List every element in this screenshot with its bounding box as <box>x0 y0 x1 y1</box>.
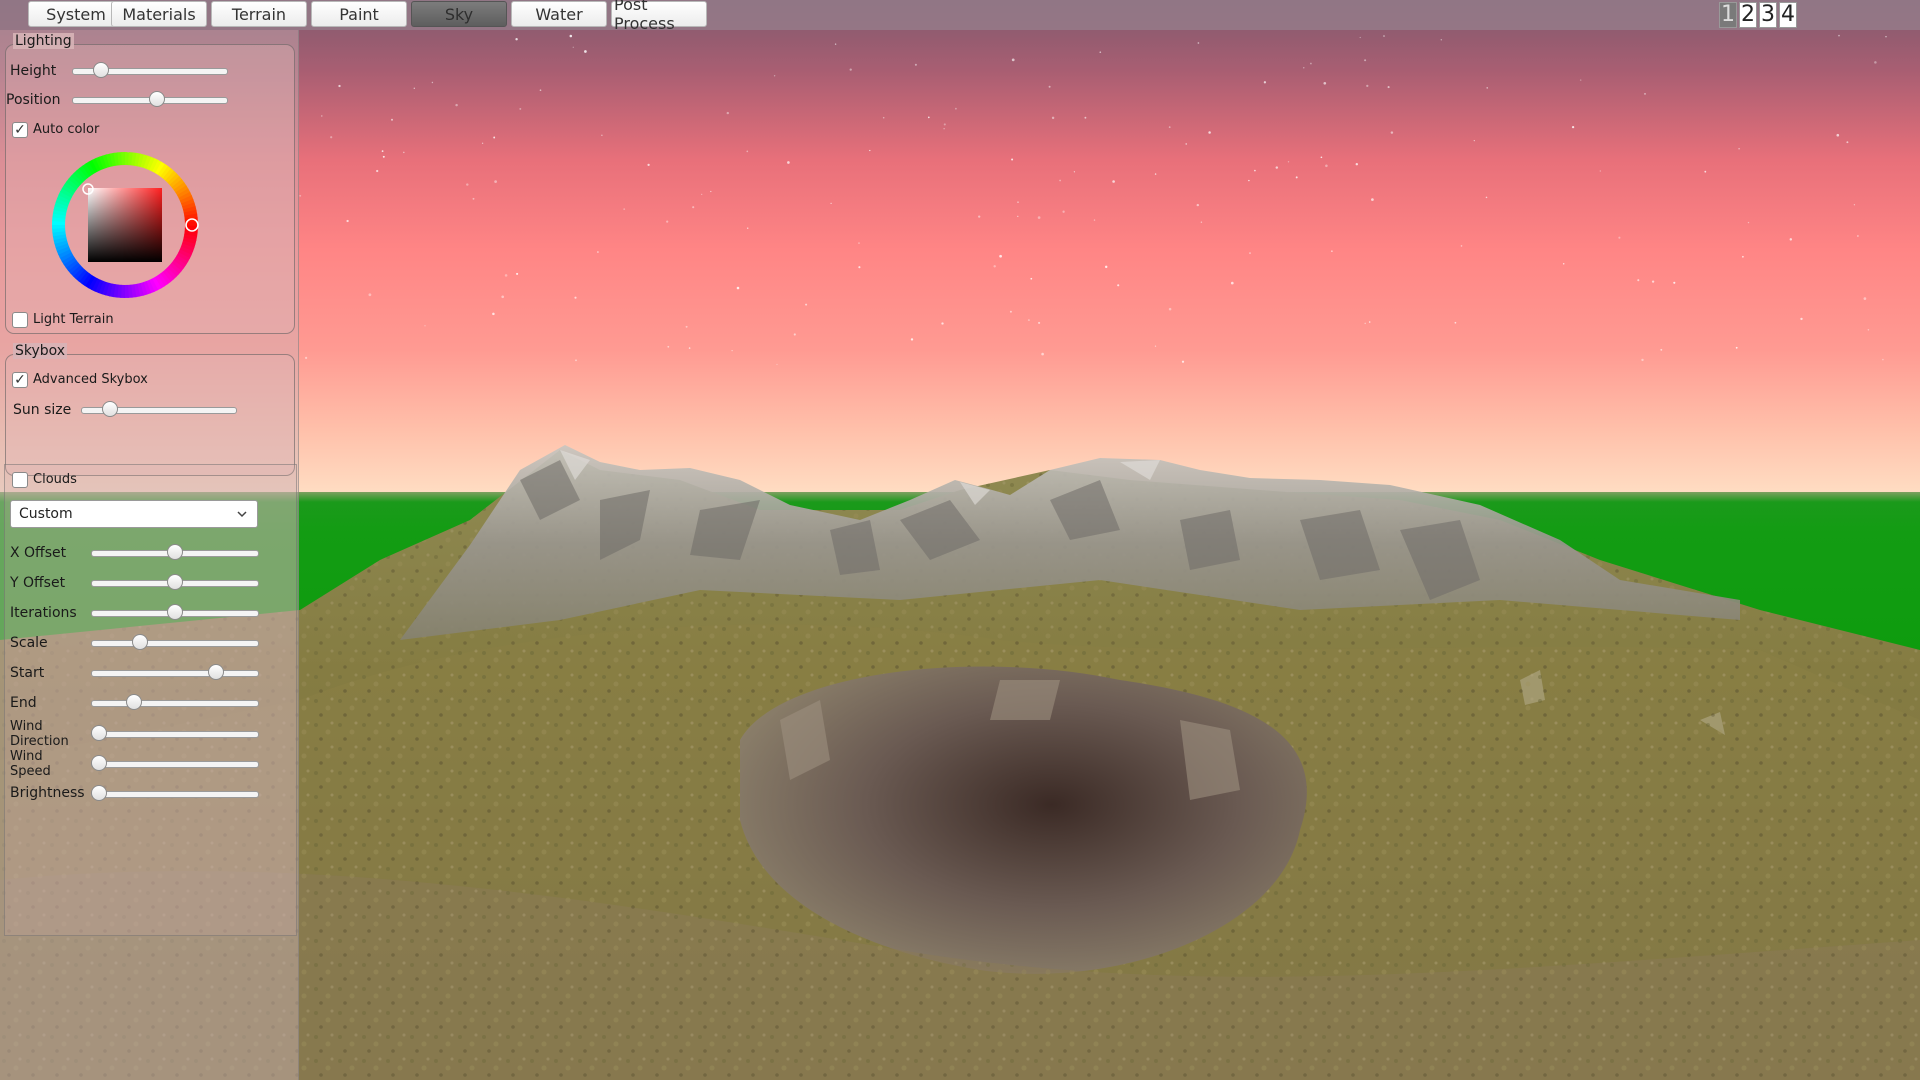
slider-track <box>91 791 259 798</box>
wind-direction-label: Wind Direction <box>10 719 69 749</box>
slider-track <box>91 670 259 677</box>
x-offset-slider[interactable] <box>91 542 259 564</box>
advanced-skybox-checkbox[interactable]: ✓ <box>12 372 28 388</box>
camera-view-4-button[interactable]: 4 <box>1779 2 1797 28</box>
camera-view-3-button[interactable]: 3 <box>1759 2 1777 28</box>
sun-size-label: Sun size <box>13 402 72 418</box>
slider-thumb[interactable] <box>167 544 183 560</box>
wind-speed-slider[interactable] <box>91 753 259 775</box>
end-label: End <box>10 695 37 711</box>
slider-thumb[interactable] <box>93 62 109 78</box>
tab-sky[interactable]: Sky <box>411 1 507 27</box>
start-slider[interactable] <box>91 662 259 684</box>
scale-slider[interactable] <box>91 632 259 654</box>
slider-thumb[interactable] <box>167 604 183 620</box>
clouds-checkbox[interactable] <box>12 472 28 488</box>
slider-thumb[interactable] <box>208 664 225 680</box>
slider-track <box>91 731 259 738</box>
iterations-slider[interactable] <box>91 602 259 624</box>
sun-size-slider[interactable] <box>81 399 237 421</box>
tab-system[interactable]: System <box>28 1 124 27</box>
brightness-slider[interactable] <box>91 783 259 805</box>
tab-post-process[interactable]: Post Process <box>611 0 707 33</box>
y-offset-label: Y Offset <box>10 575 66 591</box>
position-slider[interactable] <box>72 89 228 111</box>
auto-color-checkbox[interactable]: ✓ <box>12 122 28 138</box>
color-picker-wheel[interactable] <box>48 148 202 302</box>
chevron-down-icon <box>237 511 247 518</box>
wind-direction-slider[interactable] <box>91 723 259 745</box>
wind-speed-label: Wind Speed <box>10 749 51 779</box>
iterations-label: Iterations <box>10 605 77 621</box>
height-label: Height <box>10 63 57 79</box>
advanced-skybox-label: Advanced Skybox <box>33 372 148 387</box>
end-slider[interactable] <box>91 692 259 714</box>
tab-terrain[interactable]: Terrain <box>211 1 307 27</box>
main-tab-bar: System Materials Terrain Paint Sky Water… <box>0 0 1920 33</box>
sky-settings-panel: Lighting Height Position ✓ Auto color Li <box>0 30 299 1080</box>
slider-thumb[interactable] <box>91 755 107 771</box>
lighting-group-title: Lighting <box>13 33 74 49</box>
tab-paint[interactable]: Paint <box>311 1 407 27</box>
x-offset-label: X Offset <box>10 545 67 561</box>
scale-label: Scale <box>10 635 48 651</box>
tab-post-process-label: Post Process <box>614 0 675 33</box>
slider-thumb[interactable] <box>102 401 118 417</box>
slider-thumb[interactable] <box>149 91 165 107</box>
slider-track <box>91 700 259 707</box>
brightness-label: Brightness <box>10 785 85 801</box>
slider-track <box>91 761 259 768</box>
cloud-preset-value: Custom <box>19 506 73 522</box>
start-label: Start <box>10 665 45 681</box>
light-terrain-label: Light Terrain <box>33 312 114 327</box>
position-label: Position <box>6 92 61 108</box>
tab-water[interactable]: Water <box>511 1 607 27</box>
y-offset-slider[interactable] <box>91 572 259 594</box>
skybox-group-title: Skybox <box>13 343 68 359</box>
cloud-preset-dropdown[interactable]: Custom <box>10 500 258 528</box>
camera-view-1-button[interactable]: 1 <box>1719 2 1737 28</box>
clouds-label: Clouds <box>33 472 77 487</box>
auto-color-label: Auto color <box>33 122 100 137</box>
height-slider[interactable] <box>72 60 228 82</box>
camera-view-2-button[interactable]: 2 <box>1739 2 1757 28</box>
slider-thumb[interactable] <box>167 574 183 590</box>
slider-thumb[interactable] <box>125 694 142 710</box>
light-terrain-checkbox[interactable] <box>12 312 28 328</box>
slider-thumb[interactable] <box>91 785 107 801</box>
slider-thumb[interactable] <box>91 725 107 741</box>
slider-track <box>91 640 259 647</box>
slider-thumb[interactable] <box>132 634 149 650</box>
tab-materials[interactable]: Materials <box>111 1 207 27</box>
